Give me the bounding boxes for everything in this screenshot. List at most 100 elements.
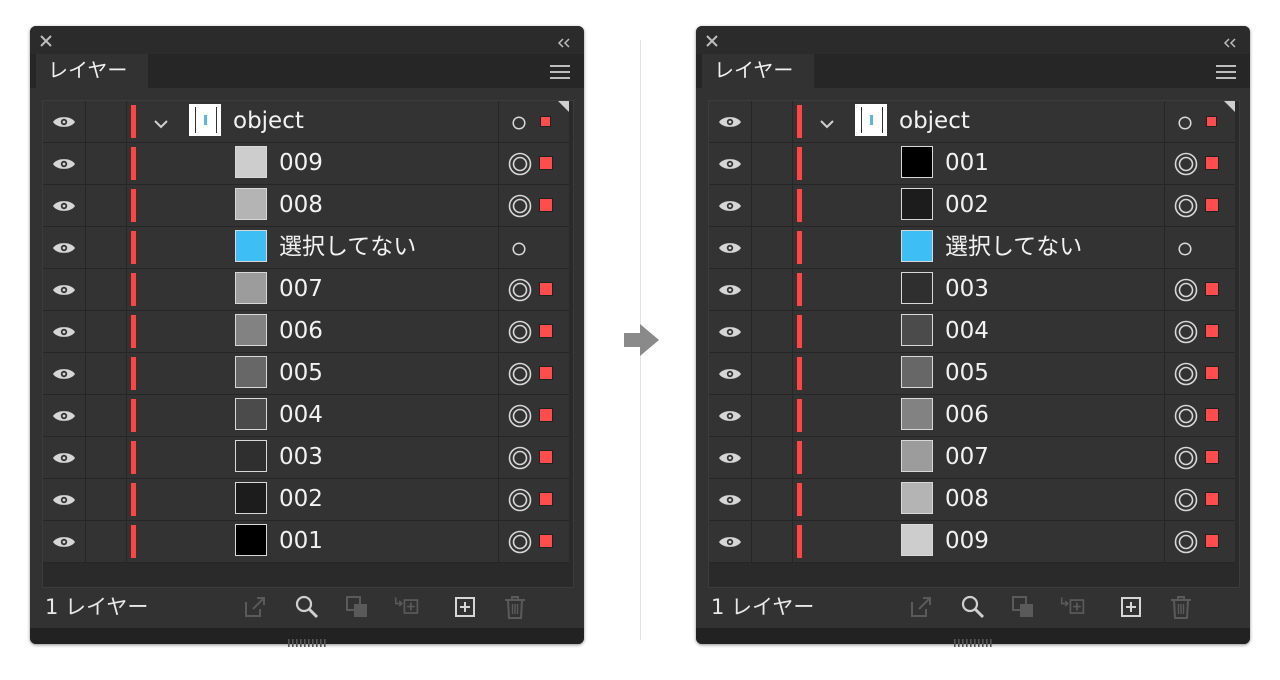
lock-toggle[interactable]: [752, 143, 793, 184]
visibility-toggle[interactable]: [43, 185, 86, 226]
target-cell[interactable]: [498, 353, 570, 394]
visibility-toggle[interactable]: [43, 521, 86, 562]
visibility-toggle[interactable]: [709, 311, 752, 352]
list-item[interactable]: 007: [43, 269, 569, 311]
eye-icon[interactable]: [718, 156, 742, 170]
target-icon[interactable]: [512, 241, 526, 256]
eye-icon[interactable]: [718, 366, 742, 380]
eye-icon[interactable]: [718, 198, 742, 212]
selection-indicator[interactable]: [539, 534, 553, 548]
eye-icon[interactable]: [718, 324, 742, 338]
item-name[interactable]: 008: [279, 185, 323, 226]
list-item[interactable]: 選択してない: [709, 227, 1235, 269]
target-icon[interactable]: [1174, 362, 1198, 386]
eye-icon[interactable]: [52, 366, 76, 380]
target-icon[interactable]: [508, 194, 532, 218]
eye-icon[interactable]: [718, 492, 742, 506]
lock-toggle[interactable]: [86, 521, 127, 562]
target-cell[interactable]: [498, 185, 570, 226]
trash-icon[interactable]: [502, 594, 528, 620]
layer-row[interactable]: object: [43, 101, 569, 143]
lock-toggle[interactable]: [752, 101, 793, 142]
lock-toggle[interactable]: [752, 269, 793, 310]
visibility-toggle[interactable]: [709, 479, 752, 520]
target-icon[interactable]: [1174, 194, 1198, 218]
list-item[interactable]: 008: [709, 479, 1235, 521]
lock-toggle[interactable]: [86, 395, 127, 436]
list-item[interactable]: 008: [43, 185, 569, 227]
target-icon[interactable]: [1178, 241, 1192, 256]
item-name[interactable]: 001: [945, 143, 989, 184]
item-name[interactable]: 005: [945, 353, 989, 394]
selection-indicator[interactable]: [539, 492, 553, 506]
list-item[interactable]: 007: [709, 437, 1235, 479]
eye-icon[interactable]: [718, 408, 742, 422]
item-name[interactable]: 003: [279, 437, 323, 478]
visibility-toggle[interactable]: [43, 143, 86, 184]
item-name[interactable]: 004: [279, 395, 323, 436]
list-item[interactable]: 006: [43, 311, 569, 353]
target-cell[interactable]: [498, 437, 570, 478]
close-icon[interactable]: [705, 33, 719, 47]
selection-indicator[interactable]: [1205, 492, 1219, 506]
target-cell[interactable]: [498, 311, 570, 352]
selection-indicator[interactable]: [539, 324, 553, 338]
eye-icon[interactable]: [52, 408, 76, 422]
target-cell[interactable]: [1164, 395, 1236, 436]
visibility-toggle[interactable]: [709, 353, 752, 394]
eye-icon[interactable]: [718, 534, 742, 548]
eye-icon[interactable]: [52, 198, 76, 212]
visibility-toggle[interactable]: [43, 353, 86, 394]
visibility-toggle[interactable]: [709, 395, 752, 436]
layer-row[interactable]: object: [709, 101, 1235, 143]
selection-indicator[interactable]: [1205, 156, 1219, 170]
visibility-toggle[interactable]: [43, 269, 86, 310]
selection-indicator[interactable]: [1205, 324, 1219, 338]
item-name[interactable]: 009: [279, 143, 323, 184]
new-sublayer-icon[interactable]: [1118, 594, 1144, 620]
target-icon[interactable]: [508, 404, 532, 428]
new-sublayer-icon[interactable]: [452, 594, 478, 620]
item-name[interactable]: 002: [279, 479, 323, 520]
selection-indicator[interactable]: [1205, 366, 1219, 380]
list-item[interactable]: 002: [709, 185, 1235, 227]
lock-toggle[interactable]: [752, 353, 793, 394]
item-name[interactable]: 007: [279, 269, 323, 310]
target-cell[interactable]: [1164, 227, 1236, 268]
list-item[interactable]: 005: [43, 353, 569, 395]
target-icon[interactable]: [508, 362, 532, 386]
target-icon[interactable]: [1174, 320, 1198, 344]
visibility-toggle[interactable]: [709, 269, 752, 310]
target-cell[interactable]: [498, 143, 570, 184]
search-icon[interactable]: [294, 594, 320, 620]
eye-icon[interactable]: [718, 450, 742, 464]
panel-menu-icon[interactable]: [550, 64, 570, 80]
export-icon[interactable]: [242, 594, 268, 620]
target-icon[interactable]: [1174, 152, 1198, 176]
item-name[interactable]: 006: [279, 311, 323, 352]
target-cell[interactable]: [1164, 311, 1236, 352]
eye-icon[interactable]: [52, 492, 76, 506]
collapse-icon[interactable]: [556, 34, 572, 48]
close-icon[interactable]: [39, 33, 53, 47]
eye-icon[interactable]: [52, 450, 76, 464]
lock-toggle[interactable]: [752, 185, 793, 226]
target-cell[interactable]: [498, 521, 570, 562]
list-item[interactable]: 004: [709, 311, 1235, 353]
visibility-toggle[interactable]: [709, 437, 752, 478]
target-icon[interactable]: [1174, 404, 1198, 428]
selection-indicator[interactable]: [1205, 198, 1219, 212]
selection-indicator[interactable]: [540, 116, 551, 127]
chevron-down-icon[interactable]: [153, 115, 169, 129]
item-name[interactable]: 002: [945, 185, 989, 226]
list-item[interactable]: 009: [43, 143, 569, 185]
eye-icon[interactable]: [52, 156, 76, 170]
resize-grip[interactable]: [30, 628, 584, 647]
target-cell[interactable]: [1164, 353, 1236, 394]
visibility-toggle[interactable]: [43, 311, 86, 352]
target-icon[interactable]: [508, 530, 532, 554]
target-icon[interactable]: [508, 152, 532, 176]
target-icon[interactable]: [1174, 530, 1198, 554]
selection-indicator[interactable]: [539, 408, 553, 422]
list-item[interactable]: 002: [43, 479, 569, 521]
